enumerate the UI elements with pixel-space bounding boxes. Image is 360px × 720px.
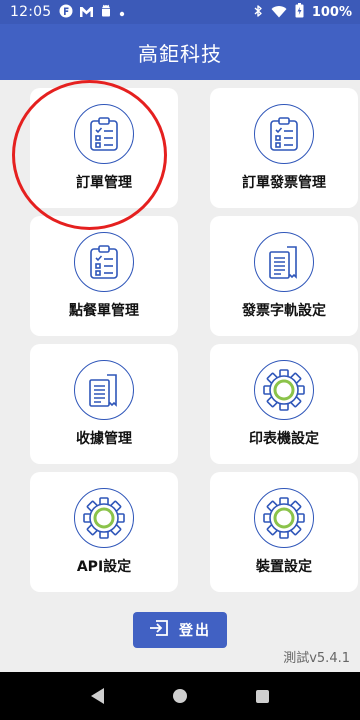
card-label: 點餐單管理 xyxy=(69,303,139,319)
navigation-bar xyxy=(0,672,360,720)
recent-apps-icon[interactable] xyxy=(256,689,270,703)
app-bar: 高鉅科技 xyxy=(0,24,360,80)
card-label: 發票字軌設定 xyxy=(242,303,326,319)
receipt-icon xyxy=(74,360,134,420)
receipt-icon xyxy=(254,232,314,292)
api-settings-card[interactable]: API設定 xyxy=(30,472,178,592)
system-status: 100% xyxy=(253,0,352,24)
device-settings-card[interactable]: 裝置設定 xyxy=(210,472,358,592)
app-title: 高鉅科技 xyxy=(138,41,222,66)
clipboard-checklist-icon xyxy=(254,104,314,164)
status-bar: 12:05 100% xyxy=(0,0,360,24)
printer-settings-card[interactable]: 印表機設定 xyxy=(210,344,358,464)
battery-percent: 100% xyxy=(311,4,352,20)
android-icon xyxy=(100,3,112,22)
gear-icon xyxy=(74,488,134,548)
dot-icon xyxy=(118,3,126,22)
clipboard-checklist-icon xyxy=(74,104,134,164)
gear-icon xyxy=(254,488,314,548)
card-label: 裝置設定 xyxy=(256,559,312,575)
notification-icons xyxy=(59,3,126,22)
gear-icon xyxy=(254,360,314,420)
f-app-icon xyxy=(59,3,73,22)
version-label: 測試v5.4.1 xyxy=(283,651,350,666)
meal-order-management-card[interactable]: 點餐單管理 xyxy=(30,216,178,336)
bluetooth-icon xyxy=(253,3,263,22)
receipt-management-card[interactable]: 收據管理 xyxy=(30,344,178,464)
wifi-icon xyxy=(271,3,287,22)
home-icon[interactable] xyxy=(172,689,187,703)
back-icon[interactable] xyxy=(90,688,104,704)
card-label: 訂單管理 xyxy=(76,175,132,191)
logout-icon xyxy=(149,619,169,641)
order-invoice-management-card[interactable]: 訂單發票管理 xyxy=(210,88,358,208)
order-management-card[interactable]: 訂單管理 xyxy=(30,88,178,208)
card-label: 印表機設定 xyxy=(249,431,319,447)
invoice-track-settings-card[interactable]: 發票字軌設定 xyxy=(210,216,358,336)
logout-label: 登出 xyxy=(179,623,211,639)
card-label: 訂單發票管理 xyxy=(242,175,326,191)
gmail-icon xyxy=(79,3,94,22)
battery-icon xyxy=(295,2,304,22)
logout-button[interactable]: 登出 xyxy=(133,612,227,648)
clipboard-checklist-icon xyxy=(74,232,134,292)
card-label: 收據管理 xyxy=(76,431,132,447)
status-time: 12:05 xyxy=(10,4,52,20)
card-label: API設定 xyxy=(76,559,132,575)
